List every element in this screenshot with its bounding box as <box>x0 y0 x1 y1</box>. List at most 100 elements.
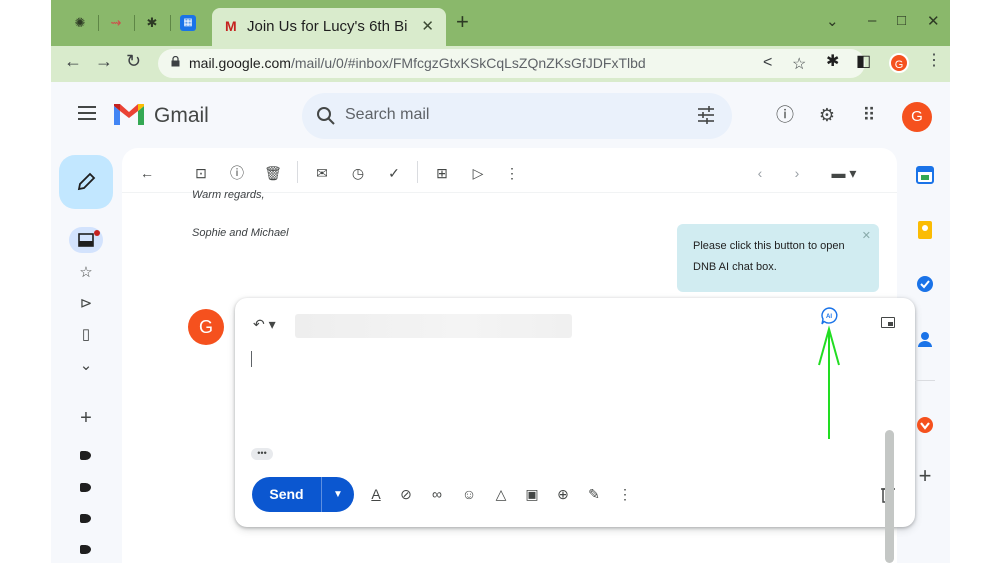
pinned-tab-icon[interactable]: ⇝ <box>108 15 124 31</box>
ai-tooltip: Please click this button to open DNB AI … <box>677 224 879 292</box>
sender-avatar: G <box>188 309 224 345</box>
schedule-send-dropdown-icon[interactable]: ▼ <box>322 477 354 512</box>
send-button-group: Send ▼ <box>252 477 354 512</box>
inbox-icon <box>78 233 94 247</box>
toolbar-separator <box>297 161 298 183</box>
extensions-icon[interactable]: ✱ <box>826 51 839 71</box>
keep-icon[interactable] <box>915 220 935 240</box>
share-icon[interactable]: < <box>763 54 772 72</box>
chatgpt-tab-icon[interactable]: ✺ <box>72 15 88 31</box>
snooze-icon[interactable]: ◷ <box>348 163 368 183</box>
tooltip-text: Please click this button to open DNB AI … <box>693 240 845 273</box>
minimize-icon[interactable]: – <box>868 12 876 29</box>
tooltip-close-icon[interactable]: ✕ <box>862 226 871 247</box>
tab-separator <box>134 15 135 31</box>
pencil-icon <box>77 172 96 191</box>
compose-button[interactable] <box>59 155 113 209</box>
address-bar: ← → ↻ mail.google.com/mail/u/0/#inbox/FM… <box>51 46 950 82</box>
more-actions-icon[interactable]: ⋮ <box>502 163 522 183</box>
mark-unread-icon[interactable]: ✉ <box>312 163 332 183</box>
lock-icon <box>171 56 180 67</box>
older-icon[interactable]: › <box>787 163 807 183</box>
message-signature: Sophie and Michael <box>192 227 289 239</box>
show-trimmed-content-button[interactable]: ••• <box>251 448 273 460</box>
tab-gmail[interactable]: M Join Us for Lucy's 6th Bir ✕ <box>212 8 446 46</box>
delete-icon[interactable]: 🗑 <box>263 163 283 183</box>
search-input[interactable]: Search mail <box>345 106 429 124</box>
reply-type-icon[interactable]: ↶ ▾ <box>253 316 276 333</box>
calendar-tab-icon[interactable]: ▦ <box>180 15 196 31</box>
label-icon[interactable] <box>80 451 91 460</box>
move-to-icon[interactable]: ⊞ <box>432 163 452 183</box>
account-avatar[interactable]: G <box>902 102 932 132</box>
search-options-icon[interactable] <box>696 105 716 125</box>
message-body-input[interactable] <box>251 351 252 367</box>
attach-file-icon[interactable]: ⊘ <box>396 484 416 504</box>
add-task-icon[interactable]: ✓ <box>384 163 404 183</box>
labels-icon[interactable]: ▷ <box>468 163 488 183</box>
apps-grid-icon[interactable]: ⠿ <box>858 104 880 126</box>
back-to-inbox-icon[interactable]: ← <box>137 163 157 183</box>
search-bar[interactable]: Search mail <box>302 93 732 139</box>
pop-out-reply-icon[interactable] <box>881 317 895 328</box>
confidential-mode-icon[interactable]: ⊕ <box>553 484 573 504</box>
more-options-icon[interactable]: ⋮ <box>615 484 635 504</box>
side-panel-divider <box>915 380 935 381</box>
starred-icon[interactable]: ☆ <box>76 263 96 283</box>
send-button[interactable]: Send <box>252 477 321 512</box>
maximize-icon[interactable]: □ <box>897 12 906 29</box>
label-icon[interactable] <box>80 545 91 554</box>
ai-label: AI <box>826 314 832 320</box>
get-addons-icon[interactable]: + <box>915 465 935 487</box>
label-icon[interactable] <box>80 483 91 492</box>
profile-avatar[interactable]: G <box>889 53 909 73</box>
close-tab-icon[interactable]: ✕ <box>421 17 434 35</box>
insert-link-icon[interactable]: ∞ <box>427 484 447 504</box>
dnb-ai-chat-button[interactable]: AI <box>819 306 839 326</box>
newer-icon[interactable]: ‹ <box>750 163 770 183</box>
more-chevron-icon[interactable]: ⌄ <box>76 356 96 376</box>
help-icon[interactable]: ⓘ <box>774 104 796 126</box>
browser-menu-icon[interactable]: ⋮ <box>926 50 942 70</box>
drafts-icon[interactable]: ▯ <box>76 325 96 345</box>
archive-icon[interactable]: ⊡ <box>191 163 211 183</box>
formatting-options-icon[interactable]: A <box>366 484 386 504</box>
search-icon[interactable] <box>316 106 336 126</box>
main-menu-icon[interactable] <box>78 106 96 120</box>
forward-icon[interactable]: → <box>95 51 113 72</box>
addon-icon[interactable] <box>915 415 935 435</box>
insert-signature-icon[interactable]: ✎ <box>584 484 604 504</box>
url-text: mail.google.com/mail/u/0/#inbox/FMfcgzGt… <box>189 55 646 71</box>
recipients-field[interactable] <box>295 314 572 338</box>
contacts-icon[interactable] <box>915 329 935 349</box>
insert-photo-icon[interactable]: ▣ <box>522 484 542 504</box>
close-window-icon[interactable]: ✕ <box>927 12 940 30</box>
tasks-icon[interactable] <box>915 274 935 294</box>
tab-bar: ✺ ⇝ ✱ ▦ M Join Us for Lucy's 6th Bir ✕ +… <box>51 0 950 46</box>
url-field[interactable]: mail.google.com/mail/u/0/#inbox/FMfcgzGt… <box>158 49 865 78</box>
create-label-icon[interactable]: + <box>76 408 96 428</box>
tab-separator <box>170 15 171 31</box>
calendar-icon[interactable] <box>915 165 935 185</box>
insert-emoji-icon[interactable]: ☺ <box>459 484 479 504</box>
label-icon[interactable] <box>80 514 91 523</box>
bookmark-star-icon[interactable]: ☆ <box>792 54 806 74</box>
insert-drive-icon[interactable]: △ <box>491 484 511 504</box>
scrollbar-thumb[interactable] <box>885 430 894 563</box>
back-icon[interactable]: ← <box>64 51 82 72</box>
tab-search-icon[interactable]: ⌄ <box>826 12 839 30</box>
nav-inbox[interactable] <box>69 227 103 253</box>
gmail-logo-icon[interactable] <box>114 103 144 125</box>
input-tools-icon[interactable]: ▬ ▾ <box>825 163 863 183</box>
extension-tab-icon[interactable]: ✱ <box>144 15 160 31</box>
annotation-arrow <box>818 325 840 439</box>
toolbar-separator <box>417 161 418 183</box>
new-tab-button[interactable]: + <box>456 11 469 33</box>
report-spam-icon[interactable]: ⓘ <box>227 163 247 183</box>
side-panel-icon[interactable]: ◧ <box>856 51 871 71</box>
settings-gear-icon[interactable]: ⚙ <box>816 104 838 126</box>
gmail-logo-text: Gmail <box>154 104 209 127</box>
reload-icon[interactable]: ↻ <box>126 51 141 72</box>
sent-icon[interactable]: ⊳ <box>76 294 96 314</box>
tab-separator <box>98 15 99 31</box>
